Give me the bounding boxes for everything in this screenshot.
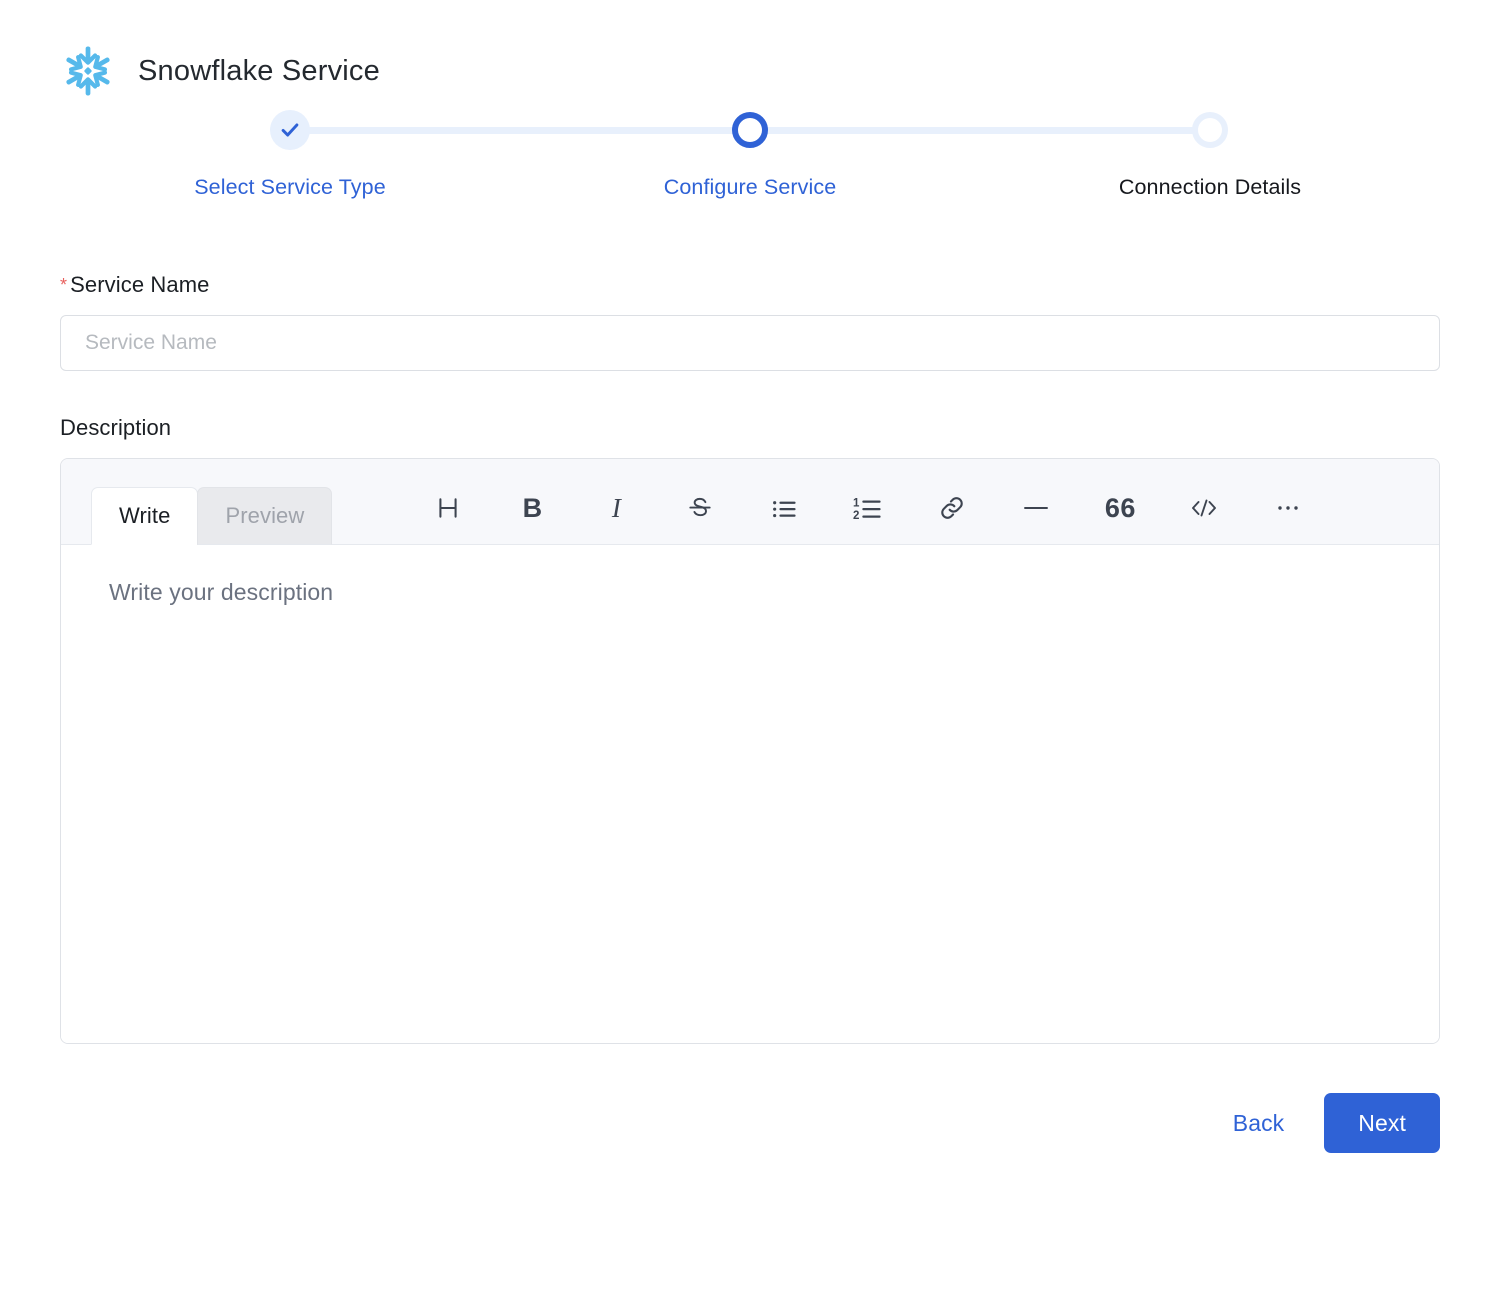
description-placeholder: Write your description <box>109 579 334 605</box>
code-icon[interactable] <box>1162 486 1246 530</box>
connector-line-left <box>980 126 1210 134</box>
link-icon[interactable] <box>910 486 994 530</box>
step-label-2: Configure Service <box>663 175 837 199</box>
italic-icon[interactable]: I <box>574 486 658 530</box>
bullet-list-icon[interactable] <box>742 486 826 530</box>
step-indicator-2 <box>520 108 980 152</box>
step-configure-service[interactable]: Configure Service <box>520 108 980 200</box>
blockquote-icon[interactable]: 66 <box>1078 486 1162 530</box>
wizard-footer: Back Next <box>0 1093 1500 1153</box>
svg-text:1: 1 <box>853 497 860 509</box>
editor-tabs: Write Preview <box>91 487 333 545</box>
numbered-list-icon[interactable]: 1 2 <box>826 486 910 530</box>
bold-icon[interactable]: B <box>490 486 574 530</box>
page-title: Snowflake Service <box>138 54 380 87</box>
connector-line-right <box>750 126 980 134</box>
check-icon <box>270 110 310 150</box>
connector-line-left <box>520 126 750 134</box>
service-name-label-text: Service Name <box>70 272 210 297</box>
circle-icon <box>1192 112 1228 148</box>
service-name-input[interactable] <box>60 315 1440 371</box>
next-button[interactable]: Next <box>1324 1093 1440 1153</box>
step-select-service-type[interactable]: Select Service Type <box>60 108 520 200</box>
wizard-stepper: Select Service Type Configure Service Co… <box>0 108 1500 228</box>
back-button[interactable]: Back <box>1227 1102 1291 1145</box>
service-name-label: * Service Name <box>60 272 1440 298</box>
configure-service-page: Snowflake Service Select Service Type Co… <box>0 0 1500 1314</box>
svg-text:2: 2 <box>853 510 859 522</box>
description-editor-body[interactable]: Write your description <box>61 545 1439 1043</box>
more-options-icon[interactable] <box>1246 486 1330 530</box>
configure-service-form: *Service Name Description Write Preview <box>0 272 1500 1044</box>
connector-line-right <box>290 126 520 134</box>
heading-icon[interactable] <box>406 486 490 530</box>
editor-toolbar: Write Preview B I 1 2 66 <box>61 459 1439 545</box>
step-label-3: Connection Details <box>1118 175 1302 199</box>
editor-toolbar-icons: B I 1 2 66 <box>406 486 1330 530</box>
horizontal-rule-icon[interactable] <box>994 486 1078 530</box>
snowflake-icon <box>60 43 116 99</box>
tab-preview[interactable]: Preview <box>197 487 333 545</box>
tab-write[interactable]: Write <box>91 487 199 545</box>
circle-icon <box>732 112 768 148</box>
required-marker: * <box>60 275 68 295</box>
description-label: Description <box>60 415 172 440</box>
strikethrough-icon[interactable] <box>658 486 742 530</box>
step-indicator-3 <box>980 108 1440 152</box>
step-connection-details[interactable]: Connection Details <box>980 108 1440 200</box>
page-header: Snowflake Service <box>0 0 1500 96</box>
step-label-1: Select Service Type <box>194 175 386 199</box>
step-indicator-1 <box>60 108 520 152</box>
description-markdown-editor: Write Preview B I 1 2 66 Write your desc… <box>60 458 1440 1044</box>
